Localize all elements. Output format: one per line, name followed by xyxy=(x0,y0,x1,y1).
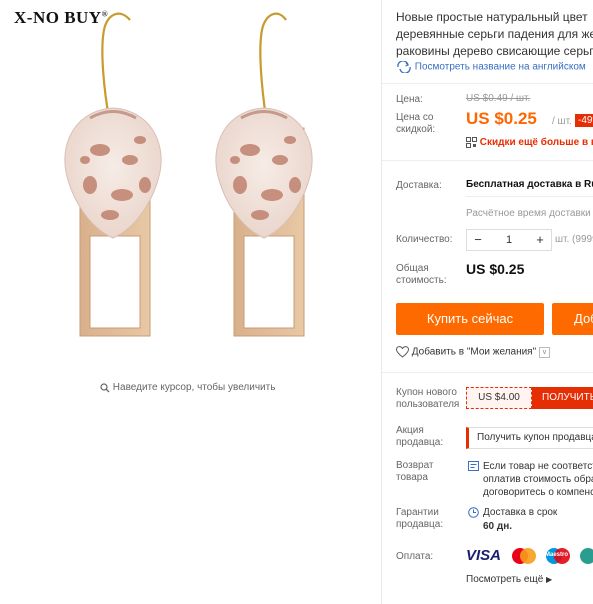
product-title: Новые простые натуральный цвет деревянны… xyxy=(396,10,593,58)
zoom-hint-text: Наведите курсор, чтобы увеличить xyxy=(112,382,276,393)
price-label: Цена: xyxy=(396,94,423,105)
card-icon xyxy=(580,548,593,564)
quantity-decrease-button[interactable]: − xyxy=(467,230,489,250)
current-price: US $0.25 xyxy=(466,109,537,128)
seller-coupon-button[interactable]: Получить купон продавца xyxy=(466,427,593,449)
see-more-payment-link[interactable]: Посмотреть ещё ▶ xyxy=(466,574,552,585)
maestro-logo: Maestro xyxy=(544,546,572,566)
coupon-label: Купон нового пользователя xyxy=(396,387,460,410)
stock-info: шт. (9999 шт. доступно) xyxy=(555,234,593,245)
quantity-increase-button[interactable]: + xyxy=(529,230,551,250)
guarantee-label: Гарантии продавца: xyxy=(396,507,444,530)
total-price: US $0.25 xyxy=(466,261,525,277)
per-unit: / шт. xyxy=(552,116,572,127)
returns-line: договоритесь о компенсации xyxy=(483,487,593,498)
promotion-label: Акция продавца: xyxy=(396,425,444,448)
translate-link-text: Посмотреть название на английском xyxy=(414,61,586,73)
coupon-amount: US $4.00 xyxy=(466,387,532,409)
total-label: Общая стоимость: xyxy=(396,263,447,286)
mastercard-logo xyxy=(512,548,536,564)
wishlist-label: Добавить в "Мои желания" xyxy=(411,346,537,358)
translate-link[interactable]: Посмотреть название на английском xyxy=(396,60,586,74)
divider xyxy=(466,196,593,197)
old-price: US $0.49 / шт. xyxy=(466,93,531,104)
heart-icon xyxy=(395,346,410,358)
return-icon xyxy=(468,461,479,471)
returns-label: Возврат товара xyxy=(396,460,434,483)
qr-code-icon xyxy=(466,137,477,148)
product-image[interactable] xyxy=(60,0,190,370)
payment-label: Оплата: xyxy=(396,551,434,562)
divider xyxy=(382,372,593,373)
returns-line: Если товар не соответствует описанию, xyxy=(483,461,593,472)
shipping-label: Доставка: xyxy=(396,180,442,191)
maestro-label: Maestro xyxy=(545,552,569,558)
guarantee-line: Доставка в срок xyxy=(483,507,558,518)
chevron-right-icon: ▶ xyxy=(546,575,553,584)
app-promo-text: Скидки ещё больше в приложении xyxy=(479,137,593,149)
guarantee-days: 60 дн. xyxy=(483,521,513,532)
app-promo[interactable]: Скидки ещё больше в приложении xyxy=(466,137,593,148)
magnifier-icon xyxy=(100,382,110,392)
returns-text: Если товар не соответствует описанию, оп… xyxy=(483,460,593,499)
product-image-right[interactable] xyxy=(198,0,328,370)
coupon-get-button[interactable]: ПОЛУЧИТЬ xyxy=(532,387,593,409)
product-info: Новые простые натуральный цвет деревянны… xyxy=(382,0,593,604)
add-to-wishlist[interactable]: Добавить в "Мои желания" v xyxy=(395,346,550,358)
guarantee-text: Доставка в срок 60 дн. xyxy=(483,506,557,534)
quantity-input[interactable]: 1 xyxy=(489,230,529,250)
add-to-cart-button[interactable]: Добавить в корзину xyxy=(552,303,593,390)
quantity-stepper: − 1 + xyxy=(466,229,552,251)
translate-icon xyxy=(397,60,411,74)
visa-logo: VISA xyxy=(466,547,502,564)
shipping-value[interactable]: Бесплатная доставка в Russian Federation xyxy=(466,179,593,190)
buy-now-button[interactable]: Купить сейчас xyxy=(396,303,544,335)
clock-icon xyxy=(468,507,479,518)
discount-price-label: Цена со скидкой: xyxy=(396,112,436,135)
wishlist-dropdown-icon[interactable]: v xyxy=(538,346,550,358)
zoom-hint: Наведите курсор, чтобы увеличить xyxy=(100,382,275,393)
divider xyxy=(382,83,593,84)
divider xyxy=(382,160,593,161)
quantity-label: Количество: xyxy=(396,234,453,245)
shipping-estimate: Расчётное время доставки xyxy=(466,208,591,219)
product-gallery: X-NO BUY® Наведите курсор, чтобы увеличи… xyxy=(0,0,381,604)
discount-badge: -49% xyxy=(575,114,593,127)
see-more-text: Посмотреть ещё xyxy=(466,574,544,585)
returns-line: оплатив стоимость обратной пересылки xyxy=(483,474,593,485)
